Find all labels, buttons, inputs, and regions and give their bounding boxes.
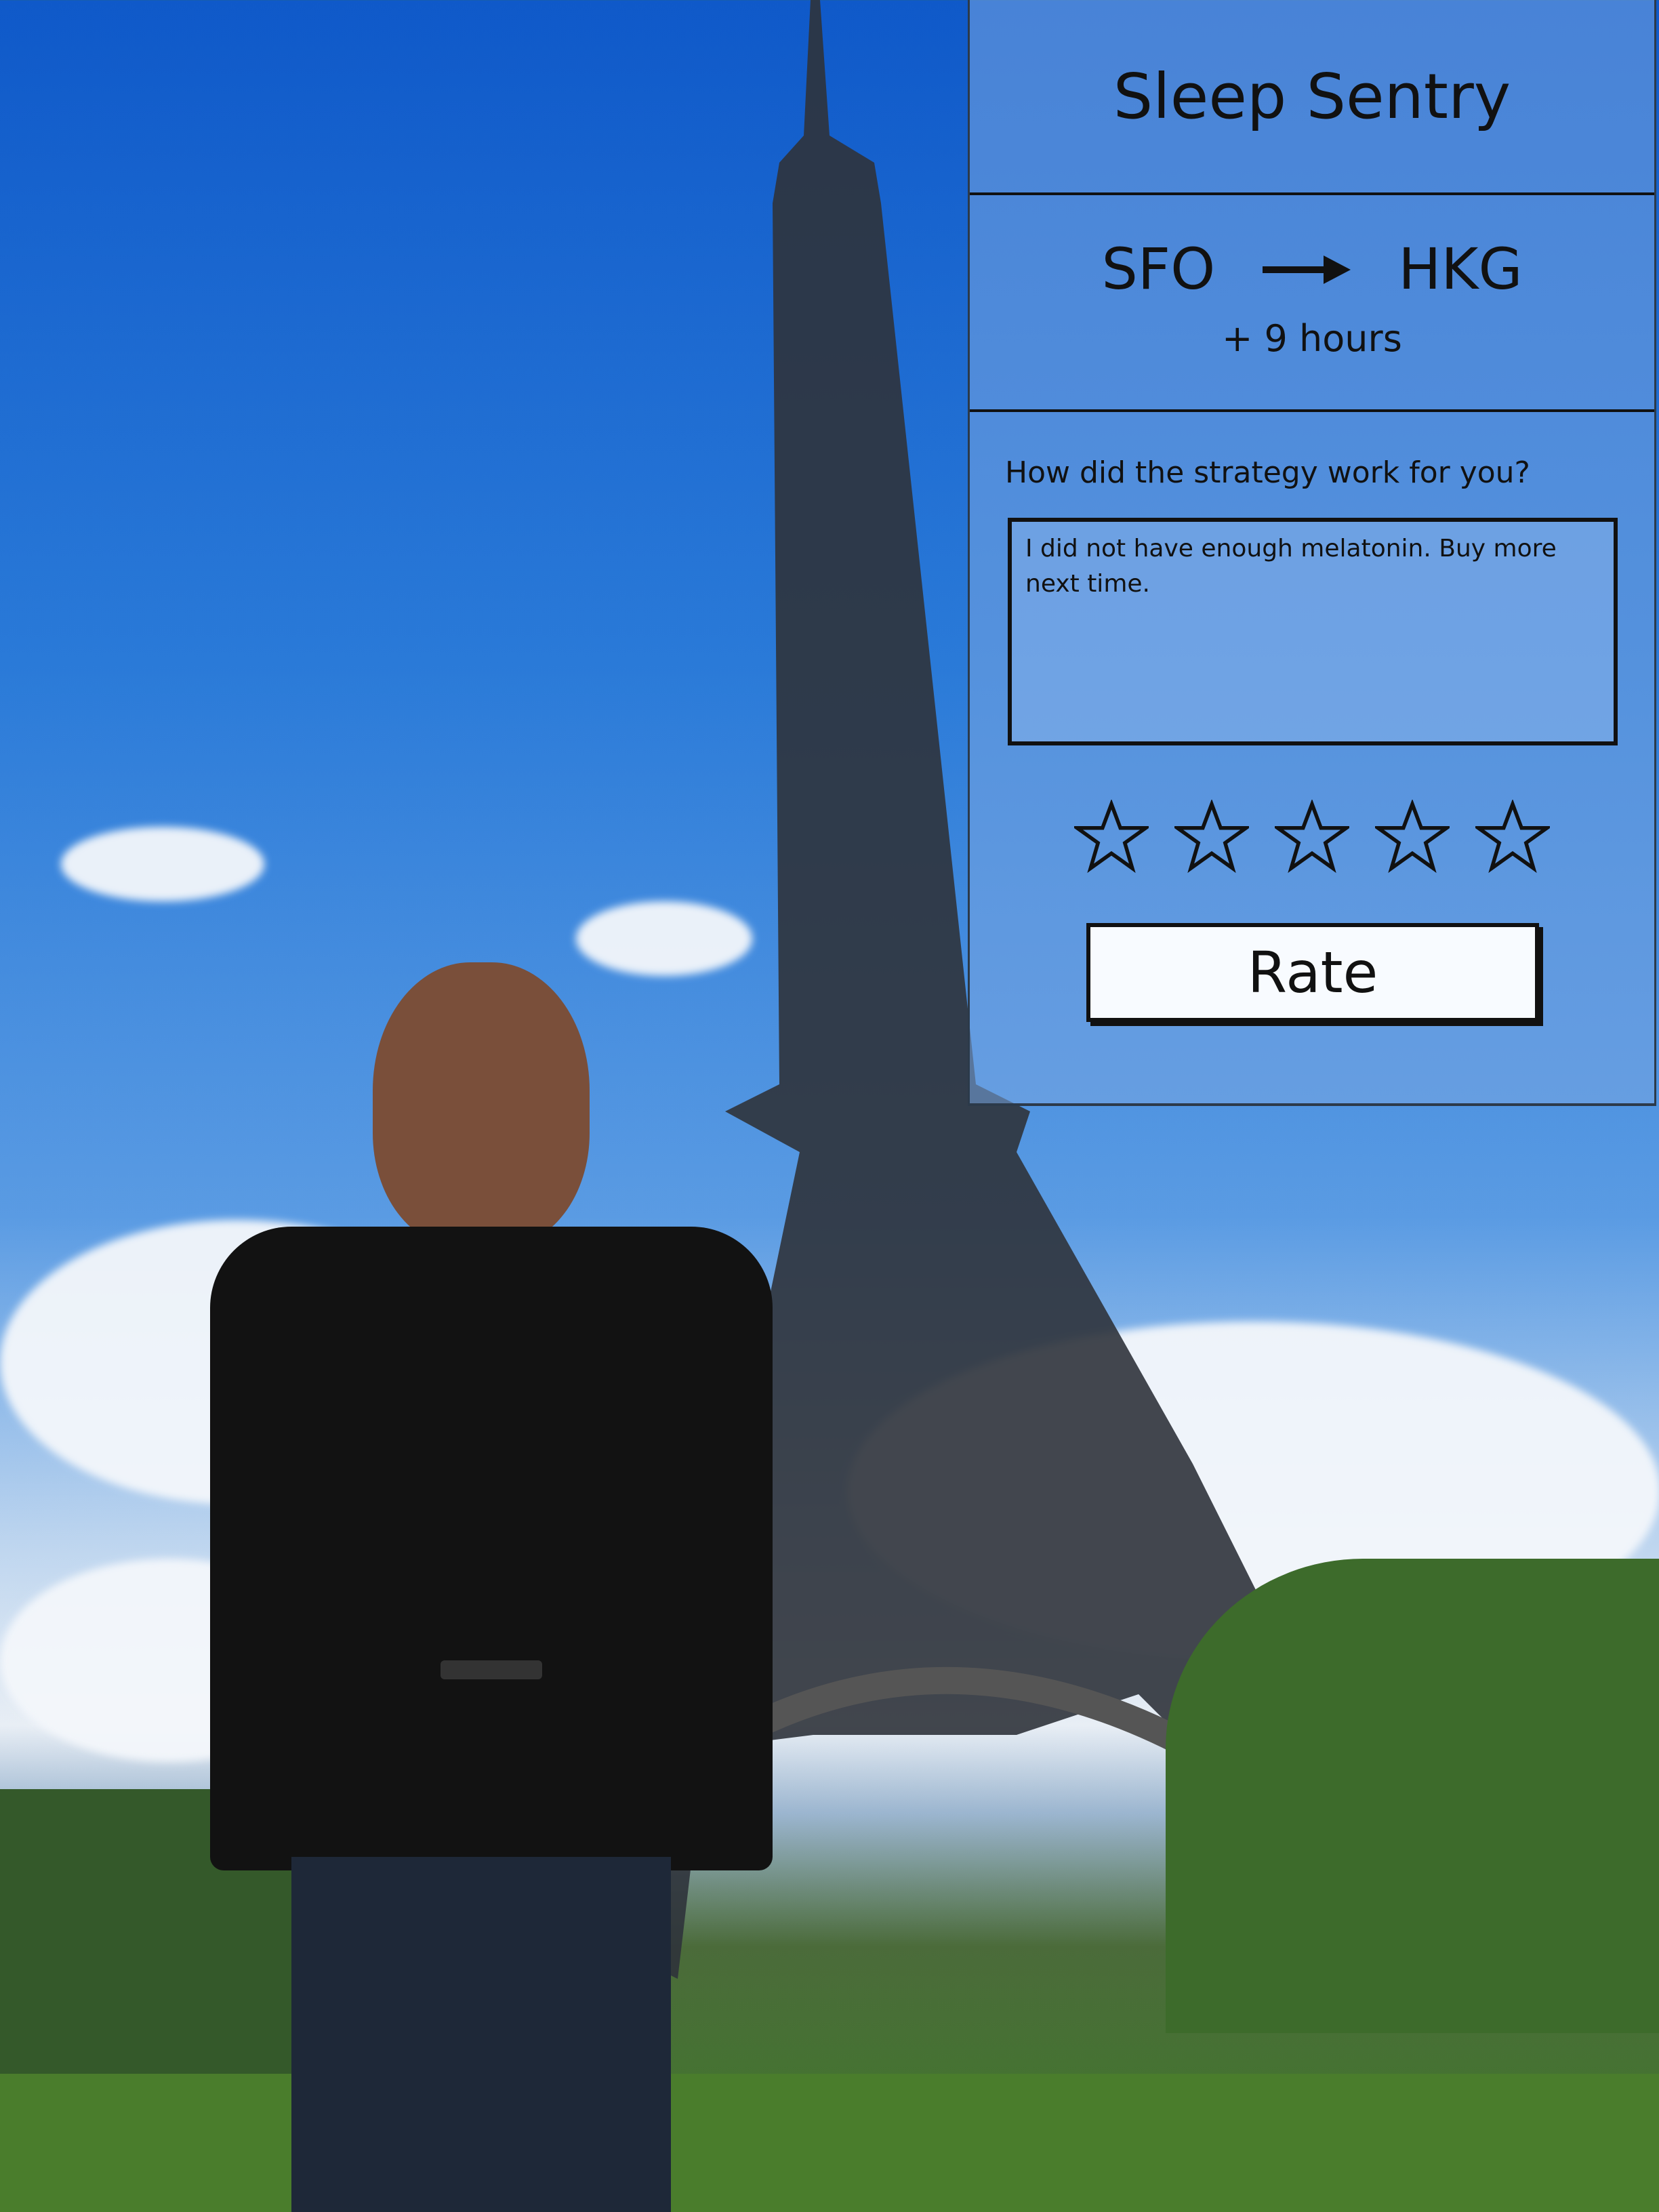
destination-airport: HKG <box>1398 236 1523 302</box>
star-icon[interactable] <box>1375 800 1450 874</box>
app-header: Sleep Sentry <box>970 0 1654 195</box>
rate-button[interactable]: Rate <box>1086 923 1539 1022</box>
rate-button-label: Rate <box>1247 939 1378 1006</box>
star-rating <box>970 800 1654 874</box>
app-title: Sleep Sentry <box>1113 60 1511 133</box>
time-offset: + 9 hours <box>1222 317 1402 360</box>
sleep-sentry-app: Sleep Sentry SFO HKG + 9 hours How did t… <box>968 0 1656 1106</box>
star-icon[interactable] <box>1275 800 1349 874</box>
origin-airport: SFO <box>1101 236 1216 302</box>
feedback-input[interactable]: I did not have enough melatonin. Buy mor… <box>1008 518 1618 745</box>
star-icon[interactable] <box>1074 800 1149 874</box>
star-icon[interactable] <box>1475 800 1550 874</box>
flight-route: SFO HKG + 9 hours <box>970 195 1654 412</box>
phone <box>441 1660 542 1679</box>
feedback-question: How did the strategy work for you? <box>1005 455 1530 490</box>
person <box>210 962 773 2212</box>
arrow-right-icon <box>1263 255 1351 284</box>
star-icon[interactable] <box>1174 800 1249 874</box>
trees-right <box>1166 1559 1659 2033</box>
